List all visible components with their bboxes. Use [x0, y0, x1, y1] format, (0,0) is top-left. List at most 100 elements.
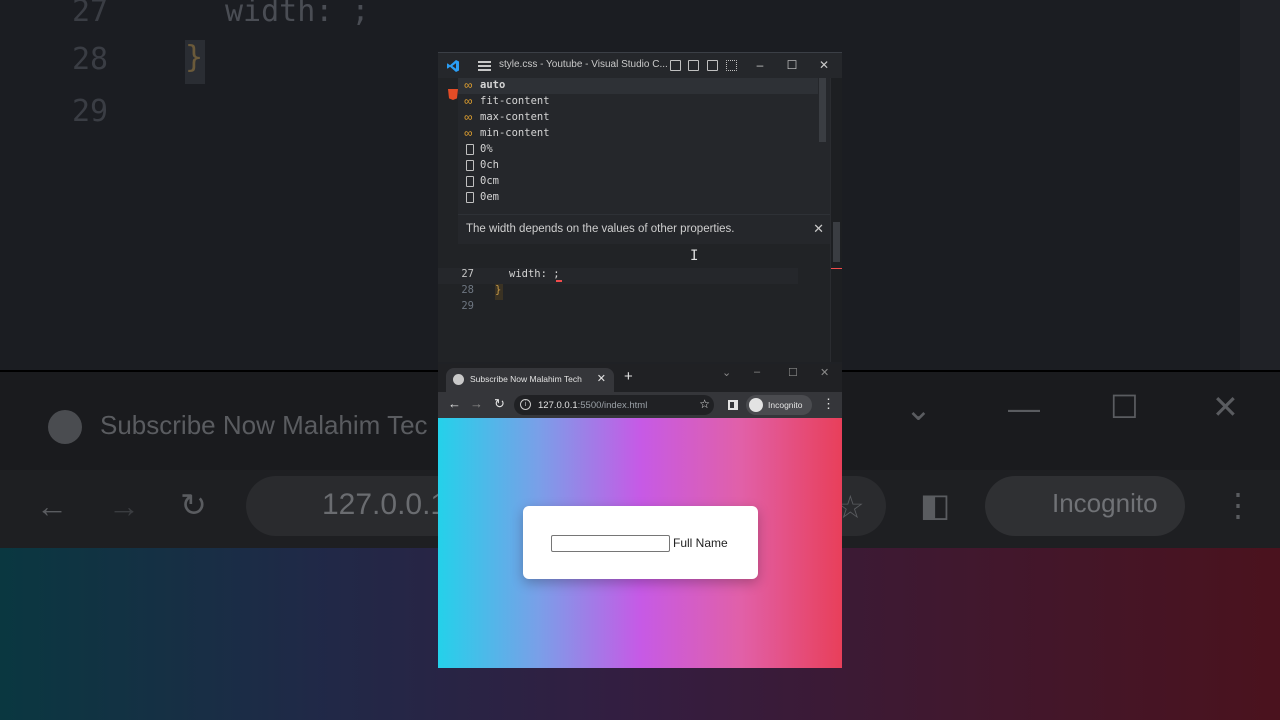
toggle-secondary-sidebar-icon[interactable] — [707, 60, 718, 71]
reload-icon[interactable]: ↻ — [494, 396, 505, 412]
value-enum-icon: ∞ — [464, 94, 473, 108]
background-incognito-label: Incognito — [1052, 488, 1158, 518]
browser-tab[interactable]: Subscribe Now Malahim Tech ✕ — [446, 368, 614, 392]
suggestion-label: fit-content — [480, 95, 550, 107]
bookmark-star-icon[interactable]: ☆ — [699, 397, 710, 411]
line-number: 27 — [461, 268, 474, 280]
incognito-badge[interactable]: Incognito — [746, 395, 812, 415]
background-line-number: 29 — [72, 94, 109, 129]
menu-icon[interactable] — [478, 61, 491, 71]
background-minimize-icon: — — [1008, 390, 1040, 426]
html5-icon — [448, 89, 458, 100]
full-name-label: Full Name — [673, 536, 728, 550]
value-enum-icon: ∞ — [464, 78, 473, 92]
vscode-titlebar: style.css - Youtube - Visual Studio C...… — [438, 52, 842, 78]
url-host: 127.0.0.1 — [538, 400, 578, 411]
hover-doc-text: The width depends on the values of other… — [466, 223, 735, 235]
error-squiggle — [556, 280, 562, 282]
background-more-icon: ⋮ — [1222, 487, 1254, 523]
suggestion-item[interactable]: 0% — [458, 142, 818, 158]
unit-icon — [466, 144, 474, 155]
forward-icon[interactable]: → — [470, 396, 483, 411]
suggestion-item[interactable]: 0em — [458, 190, 818, 206]
vscode-logo-icon — [447, 60, 459, 72]
suggestion-label: 0em — [480, 191, 499, 203]
background-reload-icon: ↻ — [180, 487, 207, 523]
address-bar[interactable]: i 127.0.0.1:5500/index.html ☆ — [514, 395, 714, 415]
background-sidepanel-icon: ◧ — [920, 487, 951, 523]
chrome-toolbar: ← → ↻ i 127.0.0.1:5500/index.html ☆ Inco… — [438, 392, 842, 418]
minimize-button[interactable]: – — [754, 366, 760, 378]
value-enum-icon: ∞ — [464, 126, 473, 140]
side-panel-icon[interactable] — [728, 400, 738, 410]
suggestion-item[interactable]: ∞ auto — [458, 78, 818, 94]
code-line[interactable]: 29 — [438, 300, 798, 316]
background-forward-icon: → — [108, 488, 140, 524]
scrollbar-thumb[interactable] — [833, 222, 840, 262]
background-line-number: 27 — [72, 0, 109, 29]
maximize-button[interactable]: ☐ — [782, 56, 802, 74]
background-brace: } — [185, 40, 205, 84]
close-button[interactable]: ✕ — [820, 366, 829, 379]
suggestion-label: min-content — [480, 127, 550, 139]
vscode-editor[interactable]: ∞ auto ∞ fit-content ∞ max-content ∞ min… — [438, 78, 842, 362]
tab-title: Subscribe Now Malahim Tech — [470, 374, 582, 384]
background-line-number: 28 — [72, 42, 109, 77]
more-menu-icon[interactable]: ⋮ — [822, 396, 835, 412]
form-card: Full Name — [523, 506, 758, 579]
suggestion-item[interactable]: ∞ fit-content — [458, 94, 818, 110]
page-viewport: Full Name — [438, 418, 842, 668]
editor-scrollbar[interactable] — [830, 78, 842, 362]
suggestion-label: 0cm — [480, 175, 499, 187]
url-path: :5500/index.html — [577, 400, 648, 411]
suggestion-item[interactable]: ∞ min-content — [458, 126, 818, 142]
background-close-icon: ✕ — [1212, 389, 1239, 425]
background-url: 127.0.0.1 — [322, 488, 448, 521]
screen-recording-frame: style.css - Youtube - Visual Studio C...… — [438, 52, 842, 668]
hover-documentation: The width depends on the values of other… — [458, 214, 830, 244]
incognito-label: Incognito — [768, 400, 803, 410]
customize-layout-icon[interactable] — [726, 60, 737, 71]
incognito-icon — [749, 398, 763, 412]
minimize-button[interactable]: – — [750, 56, 770, 74]
background-editor-right — [1240, 0, 1280, 370]
matching-brace: } — [495, 284, 503, 300]
suggestion-item[interactable]: 0cm — [458, 174, 818, 190]
close-icon[interactable]: ✕ — [813, 221, 824, 237]
background-globe-icon — [48, 410, 82, 444]
url-text: 127.0.0.1:5500/index.html — [538, 400, 647, 411]
suggestion-item[interactable]: ∞ max-content — [458, 110, 818, 126]
value-enum-icon: ∞ — [464, 110, 473, 124]
chrome-window: Subscribe Now Malahim Tech ✕ + ⌄ – ☐ ✕ ←… — [438, 364, 842, 668]
suggestion-scrollbar[interactable] — [819, 78, 826, 142]
suggestion-item[interactable]: 0ch — [458, 158, 818, 174]
error-marker — [831, 268, 842, 269]
background-chevron-icon: ⌄ — [905, 391, 932, 427]
unit-icon — [466, 160, 474, 171]
suggestion-label: max-content — [480, 111, 550, 123]
globe-icon — [453, 374, 464, 385]
maximize-button[interactable]: ☐ — [788, 366, 798, 379]
code-line[interactable]: 28 } — [438, 284, 798, 300]
suggestion-label: 0% — [480, 143, 493, 155]
new-tab-icon[interactable]: + — [624, 368, 633, 385]
close-tab-icon[interactable]: ✕ — [597, 372, 606, 385]
line-number: 28 — [461, 284, 474, 296]
background-back-icon: ← — [36, 488, 68, 524]
tab-search-icon[interactable]: ⌄ — [722, 366, 731, 379]
close-button[interactable]: ✕ — [814, 56, 834, 74]
background-code: width: ; — [225, 0, 370, 29]
full-name-input[interactable] — [551, 535, 670, 552]
toggle-sidebar-icon[interactable] — [670, 60, 681, 71]
back-icon[interactable]: ← — [448, 396, 461, 411]
info-icon[interactable]: i — [520, 399, 531, 410]
code-line[interactable]: 27 width: ; — [438, 268, 798, 284]
unit-icon — [466, 192, 474, 203]
vscode-window-title: style.css - Youtube - Visual Studio C... — [499, 59, 668, 70]
code-text: width: ; — [509, 268, 560, 280]
suggestion-label: auto — [480, 79, 506, 91]
line-number: 29 — [461, 300, 474, 312]
unit-icon — [466, 176, 474, 187]
toggle-panel-icon[interactable] — [688, 60, 699, 71]
suggestion-widget: ∞ auto ∞ fit-content ∞ max-content ∞ min… — [458, 78, 830, 214]
